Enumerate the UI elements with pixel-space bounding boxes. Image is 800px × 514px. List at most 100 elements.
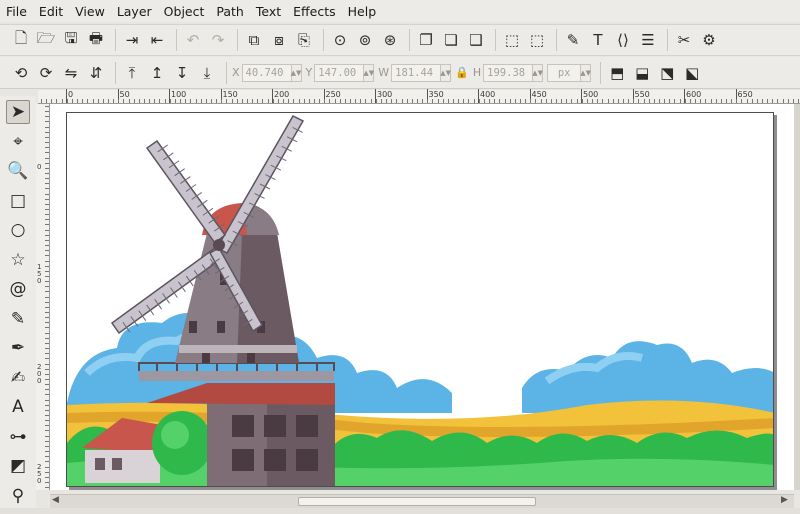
ungroup-icon[interactable]: ⬚ xyxy=(526,29,548,51)
y-spinner[interactable]: ▲▼ xyxy=(363,63,375,82)
lower-icon[interactable]: ↧ xyxy=(171,62,193,84)
group-icon[interactable]: ⬚ xyxy=(501,29,523,51)
document-properties-icon[interactable]: ⚙ xyxy=(698,29,720,51)
lower-to-bottom-icon[interactable]: ⤓ xyxy=(196,62,218,84)
width-input[interactable]: 181.44 xyxy=(391,63,442,82)
menu-edit[interactable]: Edit xyxy=(39,4,63,19)
zoom-page-icon[interactable]: ⊛ xyxy=(379,29,401,51)
flip-horizontal-icon[interactable]: ⇋ xyxy=(60,62,82,84)
pencil-tool-icon[interactable]: ✎ xyxy=(6,307,30,331)
preferences-icon[interactable]: ✂ xyxy=(673,29,695,51)
new-document-icon[interactable]: 🗋 xyxy=(10,29,32,51)
open-icon[interactable]: 🗁 xyxy=(35,29,57,51)
cut-icon[interactable]: ⧇ xyxy=(268,29,290,51)
star-tool-icon[interactable]: ☆ xyxy=(6,248,30,272)
ruler-minor-tick xyxy=(525,99,527,103)
raise-icon[interactable]: ↥ xyxy=(146,62,168,84)
ruler-minor-tick xyxy=(45,121,49,123)
menu-text[interactable]: Text xyxy=(256,4,281,19)
pen-tool-icon[interactable]: ✒ xyxy=(6,336,30,360)
save-icon[interactable]: 🖫 xyxy=(60,29,82,51)
ruler-minor-tick xyxy=(45,167,49,169)
transform-patterns-icon[interactable]: ⬕ xyxy=(681,62,703,84)
duplicate-icon[interactable]: ❐ xyxy=(415,29,437,51)
mill-balcony xyxy=(139,371,334,381)
menu-view[interactable]: View xyxy=(75,4,105,19)
menu-effects[interactable]: Effects xyxy=(293,4,336,19)
zoom-selection-icon[interactable]: ⊙ xyxy=(329,29,351,51)
windmill-illustration[interactable] xyxy=(67,113,774,487)
menu-path[interactable]: Path xyxy=(216,4,243,19)
ellipse-tool-icon[interactable]: ○ xyxy=(6,218,30,242)
width-spinner[interactable]: ▲▼ xyxy=(440,63,452,82)
height-coordinate[interactable]: H 199.38 ▲▼ xyxy=(473,63,544,82)
scroll-right-arrow-icon[interactable]: ▶ xyxy=(781,495,788,505)
lock-ratio-icon[interactable]: 🔒 xyxy=(455,66,469,79)
xml-editor-icon[interactable]: ⟨⟩ xyxy=(612,29,634,51)
zoom-drawing-icon[interactable]: ⊚ xyxy=(354,29,376,51)
x-spinner[interactable]: ▲▼ xyxy=(291,63,302,82)
rotate-cw-icon[interactable]: ⟳ xyxy=(35,62,57,84)
rectangle-tool-icon[interactable]: □ xyxy=(6,189,30,213)
undo-icon[interactable]: ↶ xyxy=(182,29,204,51)
ruler-minor-tick xyxy=(56,99,58,103)
toolbox: ➤ ⌖ 🔍 □ ○ ☆ @ ✎ ✒ ✍ A ⊶ ◩ ⚲ xyxy=(0,96,36,514)
text-font-icon[interactable]: T xyxy=(587,29,609,51)
y-coordinate[interactable]: Y 147.00 ▲▼ xyxy=(306,63,375,82)
raise-to-top-icon[interactable]: ⤒ xyxy=(121,62,143,84)
selector-tool-icon[interactable]: ➤ xyxy=(6,100,30,124)
unit-value[interactable]: px xyxy=(547,63,582,82)
x-coordinate[interactable]: X 40.740 ▲▼ xyxy=(232,63,302,82)
unit-dropdown-icon[interactable]: ▲▼ xyxy=(580,63,592,82)
ruler-minor-tick xyxy=(736,99,738,103)
redo-icon[interactable]: ↷ xyxy=(207,29,229,51)
export-icon[interactable]: ⇤ xyxy=(146,29,168,51)
unit-select[interactable]: px ▲▼ xyxy=(547,63,592,82)
y-input[interactable]: 147.00 xyxy=(314,63,365,82)
ruler-minor-tick xyxy=(756,99,758,103)
width-coordinate[interactable]: W 181.44 ▲▼ xyxy=(378,63,452,82)
connector-tool-icon[interactable]: ⊶ xyxy=(6,425,30,449)
spiral-tool-icon[interactable]: @ xyxy=(6,277,30,301)
import-icon[interactable]: ⇥ xyxy=(121,29,143,51)
unlink-clone-icon[interactable]: ❑ xyxy=(465,29,487,51)
vertical-scrollbar[interactable] xyxy=(794,104,800,490)
menu-help[interactable]: Help xyxy=(348,4,377,19)
ruler-minor-tick xyxy=(252,99,254,103)
drawing-page[interactable] xyxy=(66,112,774,487)
height-spinner[interactable]: ▲▼ xyxy=(532,63,544,82)
menu-file[interactable]: File xyxy=(6,4,27,19)
print-icon[interactable]: 🖶 xyxy=(85,29,107,51)
height-input[interactable]: 199.38 xyxy=(483,63,534,82)
zoom-tool-icon[interactable]: 🔍 xyxy=(6,159,30,183)
ruler-minor-tick xyxy=(293,99,295,103)
flip-vertical-icon[interactable]: ⇵ xyxy=(85,62,107,84)
ruler-minor-tick xyxy=(298,99,300,103)
gradient-tool-icon[interactable]: ◩ xyxy=(6,454,30,478)
calligraphy-tool-icon[interactable]: ✍ xyxy=(6,366,30,390)
menu-layer[interactable]: Layer xyxy=(117,4,152,19)
scroll-left-arrow-icon[interactable]: ◀ xyxy=(52,495,59,505)
mill-window xyxy=(296,415,318,437)
horizontal-scroll-thumb[interactable] xyxy=(298,497,536,506)
ruler-minor-tick xyxy=(653,99,655,103)
clone-icon[interactable]: ❏ xyxy=(440,29,462,51)
paste-icon[interactable]: ⎘ xyxy=(293,29,315,51)
dropper-tool-icon[interactable]: ⚲ xyxy=(6,484,30,508)
horizontal-scrollbar[interactable]: ◀ ▶ xyxy=(50,494,794,508)
scale-corners-icon[interactable]: ⬓ xyxy=(631,62,653,84)
fill-stroke-icon[interactable]: ✎ xyxy=(562,29,584,51)
node-tool-icon[interactable]: ⌖ xyxy=(6,130,30,154)
scale-stroke-icon[interactable]: ⬒ xyxy=(606,62,628,84)
ruler-minor-tick xyxy=(751,99,753,103)
rotate-ccw-icon[interactable]: ⟲ xyxy=(10,62,32,84)
ruler-minor-tick xyxy=(453,99,454,103)
text-tool-icon[interactable]: A xyxy=(6,395,30,419)
copy-icon[interactable]: ⧉ xyxy=(243,29,265,51)
transform-gradients-icon[interactable]: ⬔ xyxy=(656,62,678,84)
ruler-minor-tick xyxy=(473,99,475,103)
ruler-minor-tick xyxy=(257,99,259,103)
align-distribute-icon[interactable]: ☰ xyxy=(637,29,659,51)
menu-object[interactable]: Object xyxy=(164,4,205,19)
x-input[interactable]: 40.740 xyxy=(241,63,292,82)
